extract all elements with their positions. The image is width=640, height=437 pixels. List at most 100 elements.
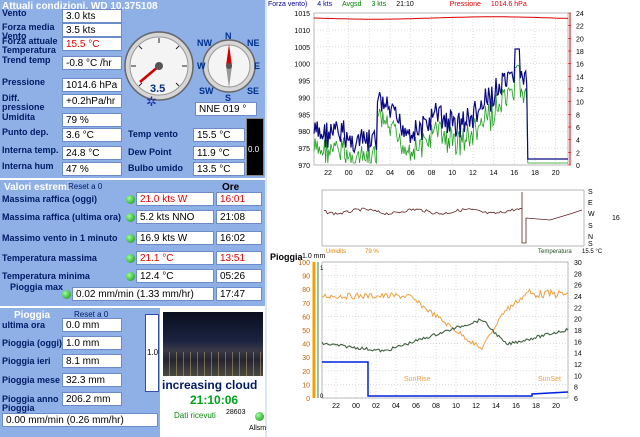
side-indicator-value: 0.0 xyxy=(248,145,260,154)
wind-speed-gauge: 3.5 xyxy=(124,31,194,101)
y-right-tick: 0 xyxy=(576,163,580,170)
extremes-label: Temperatura massima xyxy=(2,253,97,263)
current-label: Vento xyxy=(2,8,27,18)
current-value: +0.2hPa/hr xyxy=(62,94,122,108)
direction-axis-label: S xyxy=(588,241,593,248)
y-left-tick: 30 xyxy=(302,355,310,362)
extremes-label: Temperatura minima xyxy=(2,271,90,281)
webcam-image[interactable] xyxy=(163,312,263,376)
x-tick: 12 xyxy=(472,403,480,410)
current-label: Interna hum xyxy=(2,161,54,171)
y-right-tick: 12 xyxy=(576,87,584,94)
current-value: 1014.6 hPa xyxy=(62,78,122,92)
wind-pressure-chart: 1015101010051000995990985980975970242220… xyxy=(294,11,584,177)
current-value: 24.8 °C xyxy=(62,146,122,160)
extremes-reset[interactable]: Reset a 0 xyxy=(68,182,102,191)
y-right-tick: 20 xyxy=(576,36,584,43)
current-label: Interna temp. xyxy=(2,145,59,155)
y-right-tick: 20 xyxy=(574,317,582,324)
y-left-tick: 0 xyxy=(306,396,310,403)
y-right-tick: 16 xyxy=(576,62,584,69)
y-right-tick: 8 xyxy=(576,112,580,119)
wind-direction-chart: SEWSNS16 xyxy=(321,189,620,248)
x-tick: 18 xyxy=(531,170,539,177)
y-right-tick: 12 xyxy=(574,362,582,369)
wind-direction-readout: NNE 019 ° xyxy=(195,102,257,116)
y-right-tick: 10 xyxy=(574,373,582,380)
y-right-tick: 24 xyxy=(574,294,582,301)
y-left-tick: 70 xyxy=(302,301,310,308)
current-value: -0.8 °C /hr xyxy=(62,56,122,70)
compass-w: W xyxy=(197,61,206,71)
x-tick: 22 xyxy=(332,403,340,410)
extremes-indicator xyxy=(126,234,135,243)
y-left-tick: 990 xyxy=(298,95,310,102)
bottom-temp-value: 15.5 °C xyxy=(582,249,603,255)
x-tick: 06 xyxy=(412,403,420,410)
current-label: Pressione xyxy=(2,77,46,87)
x-tick: 16 xyxy=(510,170,518,177)
y-left-tick: 80 xyxy=(302,287,310,294)
x-tick: 02 xyxy=(366,170,374,177)
y-left-tick: 90 xyxy=(302,274,310,281)
direction-value: 16 xyxy=(612,215,620,222)
plot-area xyxy=(321,189,585,247)
compass-sw: SW xyxy=(199,86,214,96)
y-left-tick: 995 xyxy=(298,79,310,86)
rain-label: ultima ora xyxy=(2,320,46,330)
extremes-value: 21.1 °C xyxy=(136,251,214,265)
y-left-tick: 975 xyxy=(298,146,310,153)
y-left-tick: 1015 xyxy=(294,11,310,18)
x-tick: 04 xyxy=(392,403,400,410)
wind-indicator-icon: ✲ xyxy=(146,94,157,109)
x-tick: 16 xyxy=(512,403,520,410)
current-label: Forza attuale Temperatura xyxy=(2,36,58,55)
current-value: 3.6 °C xyxy=(62,128,122,142)
direction-axis-label: W xyxy=(588,211,595,218)
y-left-tick: 20 xyxy=(302,369,310,376)
y-right-tick: 22 xyxy=(574,305,582,312)
current-label: Umidita xyxy=(2,112,36,122)
legend-item: 1014.6 hPa xyxy=(490,1,527,8)
sunrise-label: SunRise xyxy=(404,376,431,383)
rain-label: Pioggia ieri xyxy=(2,356,51,366)
extremes-label: Massima raffica (ultima ora) xyxy=(2,212,122,222)
bottom-humidity-label: Umidits xyxy=(326,249,347,255)
y-left-tick: 1000 xyxy=(294,62,310,69)
extremes-value: 12.4 °C xyxy=(136,269,214,283)
y-right-tick: 8 xyxy=(574,385,578,392)
y-left-tick: 100 xyxy=(298,260,310,267)
rain-rate-value: 0.00 mm/min (0.26 mm/hr) xyxy=(2,413,158,427)
extremes-time: 21:08 xyxy=(216,210,262,224)
extremes-indicator xyxy=(126,195,135,204)
y-left-tick: 10 xyxy=(302,382,310,389)
top-chart-legend: Forza vento) 4 kts Avgsd 3 kts 21:10 Pression… xyxy=(268,0,640,9)
current-label: Diff. pressione xyxy=(2,93,45,112)
sunset-label: SunSet xyxy=(538,376,561,383)
y-right-tick: 18 xyxy=(574,328,582,335)
x-tick: 04 xyxy=(386,170,394,177)
bottom-temp-label: Temperatura xyxy=(538,249,572,255)
x-tick: 10 xyxy=(448,170,456,177)
y-left-tick: 40 xyxy=(302,342,310,349)
current-label: Punto dep. xyxy=(2,127,49,137)
y-left-tick: 980 xyxy=(298,129,310,136)
extremes-indicator xyxy=(126,213,135,222)
x-tick: 06 xyxy=(407,170,415,177)
legend-item: Forza vento) xyxy=(268,1,308,8)
y-left-tick: 50 xyxy=(302,328,310,335)
bottom-humidity-value: 79 % xyxy=(365,249,379,255)
humidity-temp-rain-chart: 1009080706050403020100103028262422201816… xyxy=(298,260,582,410)
rain-value: 32.3 mm xyxy=(62,373,122,387)
webcam-time: 21:10:06 xyxy=(190,393,239,407)
extremes-time: 13:51 xyxy=(216,251,262,265)
legend-item: Avgsd xyxy=(342,1,362,8)
rain-value: 206.2 mm xyxy=(62,392,122,406)
extremes-label: Massima raffica (oggi) xyxy=(2,194,98,204)
extremes-time: 16:01 xyxy=(216,192,262,206)
rain-label: Pioggia anno xyxy=(2,394,59,404)
y-right-tick: 14 xyxy=(574,351,582,358)
y-right-tick: 18 xyxy=(576,49,584,56)
y-left-tick: 985 xyxy=(298,112,310,119)
extremes-title: Valori estremi xyxy=(4,182,70,193)
